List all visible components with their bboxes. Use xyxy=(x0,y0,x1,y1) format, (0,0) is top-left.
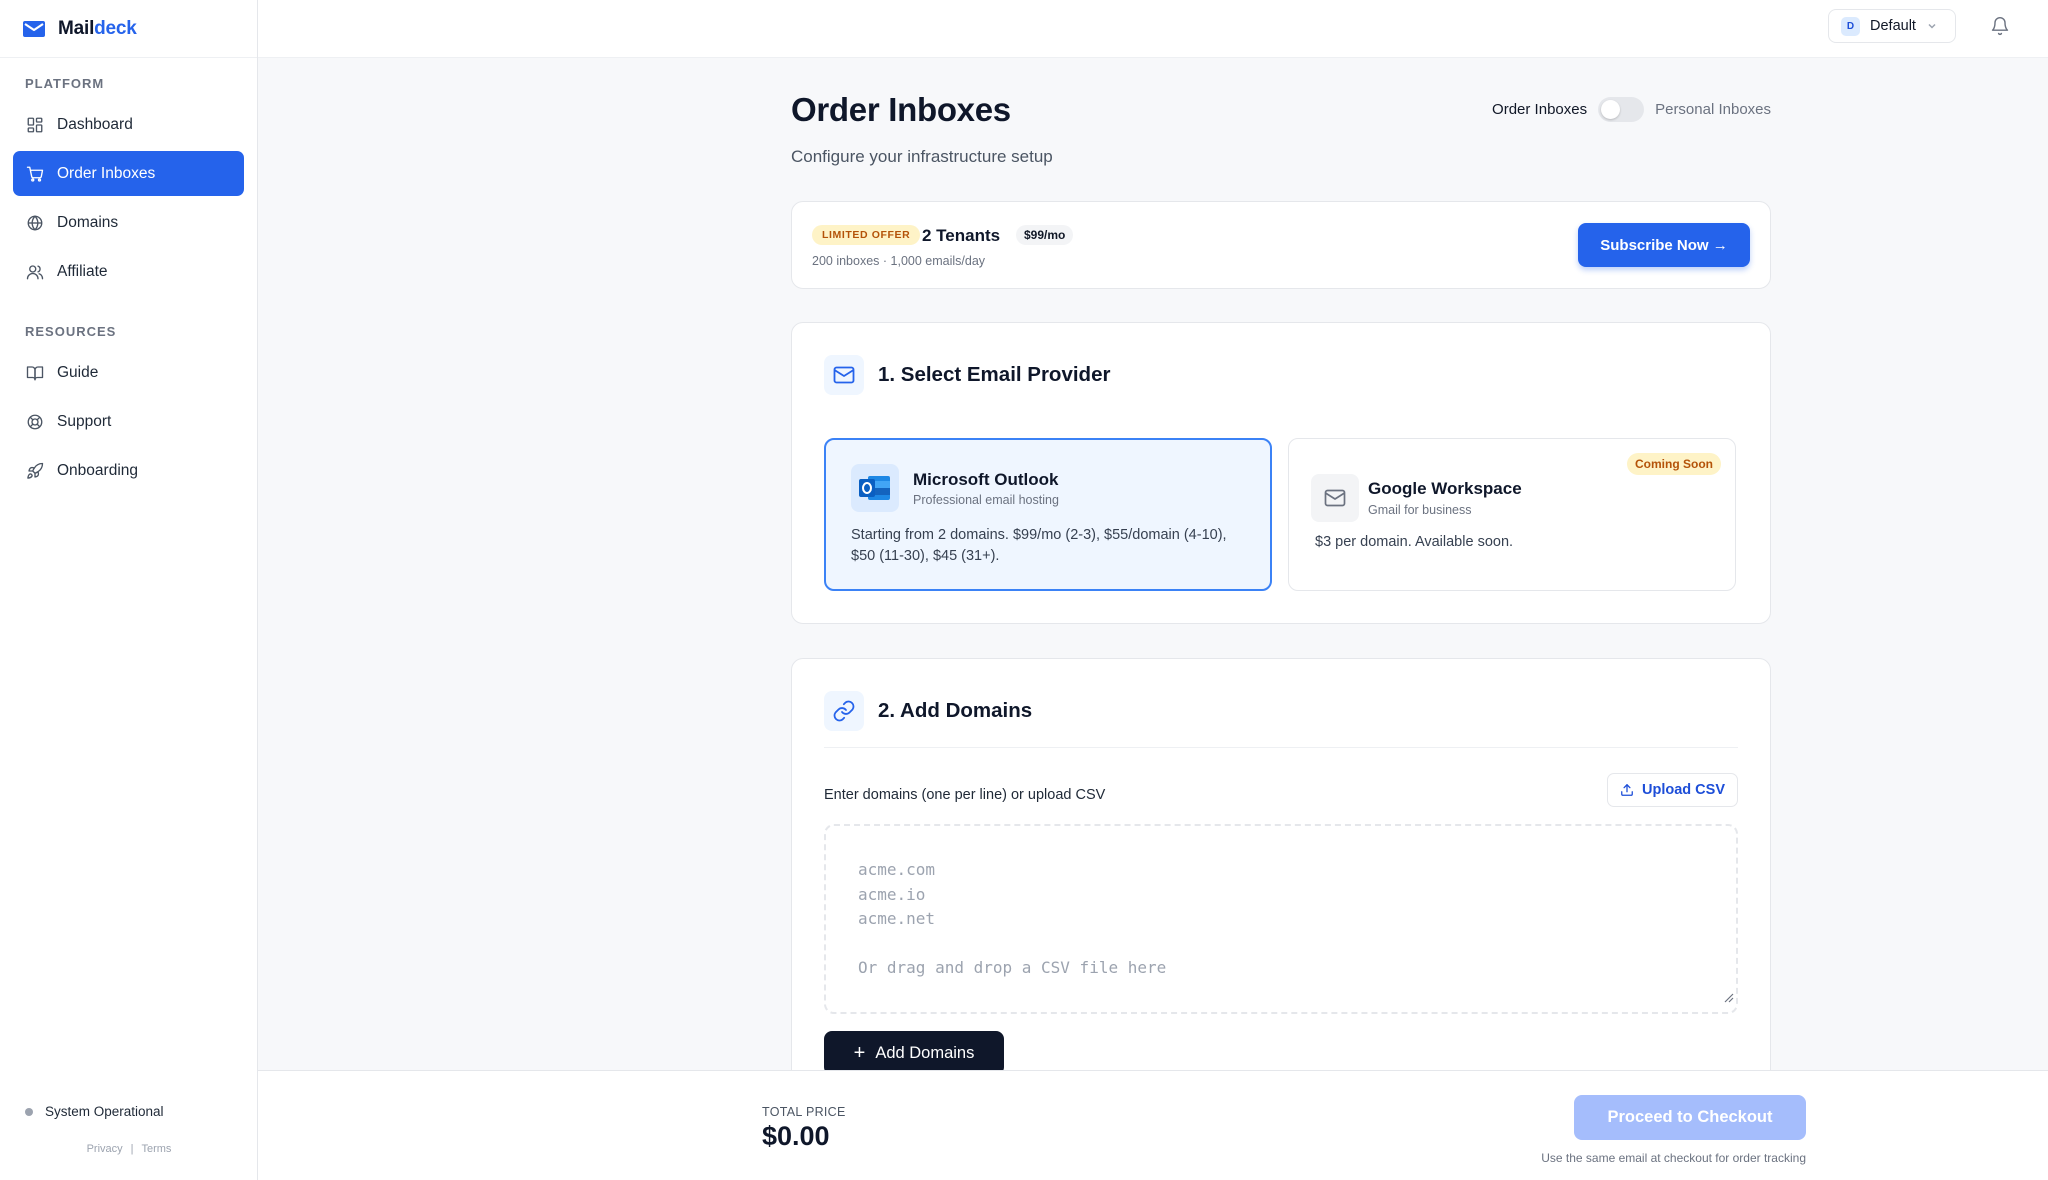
section-icon-wrap xyxy=(824,355,864,395)
lifebuoy-icon xyxy=(27,414,43,429)
provider-subtitle: Gmail for business xyxy=(1368,503,1472,517)
sidebar-item-onboarding[interactable]: Onboarding xyxy=(13,448,244,493)
upload-csv-label: Upload CSV xyxy=(1642,782,1725,798)
sidebar-item-label: Support xyxy=(57,412,112,430)
inbox-mode-toggle: Order Inboxes Personal Inboxes xyxy=(1492,97,1771,122)
chevron-down-icon xyxy=(1928,23,1936,29)
total-price-value: $0.00 xyxy=(762,1121,830,1151)
sidebar-item-label: Guide xyxy=(57,363,99,381)
provider-name: Microsoft Outlook xyxy=(913,470,1059,489)
proceed-to-checkout-button[interactable]: Proceed to Checkout xyxy=(1574,1095,1806,1140)
domains-textarea[interactable]: acme.com acme.io acme.net Or drag and dr… xyxy=(824,824,1738,1014)
globe-icon xyxy=(27,214,43,231)
outlook-logo-icon xyxy=(859,476,890,500)
upload-icon xyxy=(1621,784,1633,796)
workspace-name: Default xyxy=(1870,18,1916,34)
workspace-select[interactable]: D Default xyxy=(1828,9,1956,43)
system-status: System Operational xyxy=(0,1104,258,1119)
section-divider xyxy=(824,747,1738,748)
provider-description: Starting from 2 domains. $99/mo (2-3), $… xyxy=(851,527,1227,564)
rocket-icon xyxy=(27,462,44,479)
toggle-label-order[interactable]: Order Inboxes xyxy=(1492,101,1587,118)
main-content: Order Inboxes Configure your infrastruct… xyxy=(791,58,1771,1180)
brand-name: Maildeck xyxy=(58,17,137,39)
page-header: Order Inboxes Configure your infrastruct… xyxy=(791,58,1771,168)
legal-separator: | xyxy=(130,1143,134,1155)
plus-icon: + xyxy=(853,1042,866,1064)
topbar: D Default xyxy=(258,0,2048,58)
outlook-logo-wrap xyxy=(851,464,899,512)
coming-soon-badge: Coming Soon xyxy=(1627,453,1721,475)
section-header: 1. Select Email Provider xyxy=(824,355,1110,395)
book-icon xyxy=(26,365,44,380)
sidebar-item-label: Dashboard xyxy=(57,115,133,133)
provider-option-google[interactable]: Coming Soon Google Workspace Gmail for b… xyxy=(1288,438,1736,591)
mail-logo-icon xyxy=(23,20,45,37)
checkout-hint: Use the same email at checkout for order… xyxy=(1541,1151,1806,1165)
provider-name: Google Workspace xyxy=(1368,479,1522,498)
sidebar-item-dashboard[interactable]: Dashboard xyxy=(13,102,244,147)
page-subtitle: Configure your infrastructure setup xyxy=(791,147,1053,166)
sidebar-item-affiliate[interactable]: Affiliate xyxy=(13,249,244,294)
sidebar-item-order-inboxes[interactable]: Order Inboxes xyxy=(13,151,244,196)
provider-description: $3 per domain. Available soon. xyxy=(1315,534,1514,550)
sidebar-footer: System Operational Privacy | Terms xyxy=(0,1100,258,1180)
provider-subtitle: Professional email hosting xyxy=(913,493,1059,507)
provider-option-microsoft[interactable]: Microsoft Outlook Professional email hos… xyxy=(824,438,1272,591)
domains-input-label: Enter domains (one per line) or upload C… xyxy=(824,787,1106,803)
subscribe-now-button[interactable]: Subscribe Now → xyxy=(1578,223,1750,267)
section-title: 2. Add Domains xyxy=(878,699,1033,722)
status-dot xyxy=(25,1107,33,1116)
limited-offer-badge: LIMITED OFFER xyxy=(812,225,921,245)
sidebar-item-label: Affiliate xyxy=(57,262,108,280)
link-icon xyxy=(833,700,855,722)
mail-icon xyxy=(1324,489,1346,507)
sidebar: Maildeck PLATFORM Dashboard Order Inboxe… xyxy=(0,0,258,1180)
section-header: 2. Add Domains xyxy=(824,691,1032,731)
nav-section-resources: RESOURCES xyxy=(25,324,117,339)
sidebar-item-support[interactable]: Support xyxy=(13,399,244,444)
dashboard-icon xyxy=(27,117,43,132)
resize-grip-icon[interactable] xyxy=(1722,991,1734,1003)
offer-card: LIMITED OFFER 2 Tenants $99/mo 200 inbox… xyxy=(791,201,1771,289)
system-status-label: System Operational xyxy=(45,1104,164,1119)
offer-details: 200 inboxes · 1,000 emails/day xyxy=(812,254,986,268)
offer-price-badge: $99/mo xyxy=(1016,225,1074,245)
google-logo-wrap xyxy=(1311,474,1359,522)
add-domains-button[interactable]: + Add Domains xyxy=(824,1031,1004,1075)
add-domains-label: Add Domains xyxy=(875,1043,975,1062)
legal-links: Privacy | Terms xyxy=(0,1143,258,1155)
sidebar-item-label: Domains xyxy=(57,213,119,231)
privacy-link[interactable]: Privacy xyxy=(87,1143,123,1155)
workspace-avatar: D xyxy=(1841,16,1860,36)
total-price-label: TOTAL PRICE xyxy=(762,1105,846,1119)
section-icon-wrap xyxy=(824,691,864,731)
inbox-mode-switch[interactable] xyxy=(1598,97,1645,122)
offer-title: 2 Tenants xyxy=(922,226,1001,245)
terms-link[interactable]: Terms xyxy=(141,1143,171,1155)
select-provider-card: 1. Select Email Provider Microsoft Outlo… xyxy=(791,322,1771,624)
upload-csv-button[interactable]: Upload CSV xyxy=(1607,773,1738,807)
checkout-bar: TOTAL PRICE $0.00 Proceed to Checkout Us… xyxy=(258,1070,2048,1180)
cart-icon xyxy=(26,166,44,182)
toggle-label-personal[interactable]: Personal Inboxes xyxy=(1655,101,1771,118)
brand[interactable]: Maildeck xyxy=(0,0,257,58)
mail-icon xyxy=(833,366,855,384)
section-title: 1. Select Email Provider xyxy=(878,363,1111,386)
nav-section-platform: PLATFORM xyxy=(25,76,105,91)
bell-icon[interactable] xyxy=(1990,16,2010,36)
sidebar-item-label: Order Inboxes xyxy=(57,164,156,182)
sidebar-item-guide[interactable]: Guide xyxy=(13,350,244,395)
sidebar-item-domains[interactable]: Domains xyxy=(13,200,244,245)
switch-knob xyxy=(1601,100,1621,119)
users-icon xyxy=(26,264,44,279)
sidebar-item-label: Onboarding xyxy=(57,461,139,479)
page-title: Order Inboxes xyxy=(791,91,1011,128)
